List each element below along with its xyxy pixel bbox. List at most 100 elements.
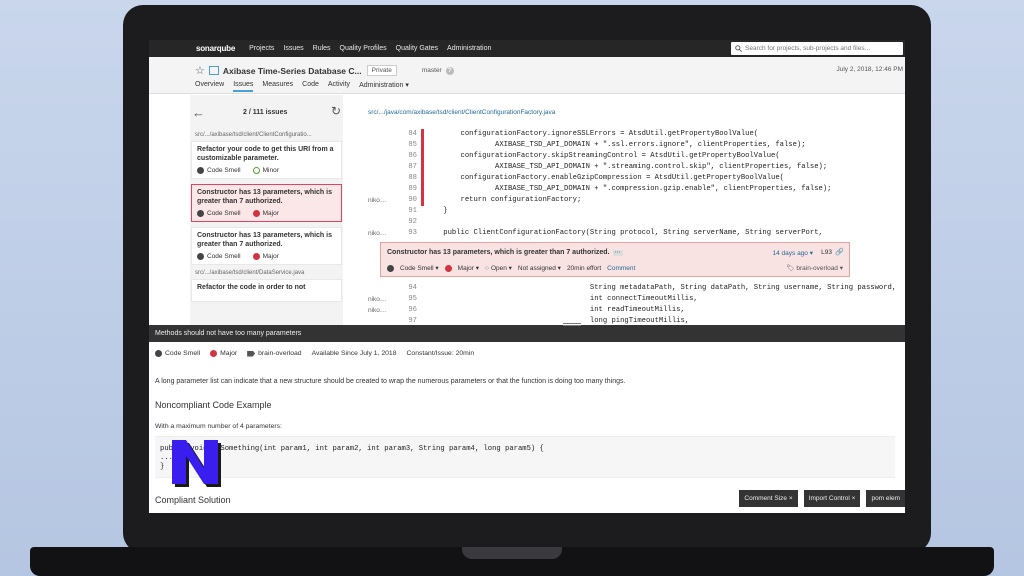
top-navigation: sonarqube Projects Issues Rules Quality … — [149, 40, 905, 57]
inline-issue-box[interactable]: Constructor has 13 parameters, which is … — [380, 242, 850, 277]
rule-description: A long parameter list can indicate that … — [155, 378, 626, 385]
issue-card[interactable]: Refactor your code to get this URI from … — [191, 141, 342, 179]
chip-comment-size[interactable]: Comment Size × — [739, 490, 798, 507]
issue-message: Refactor your code to get this URI from … — [197, 146, 334, 162]
nav-issues[interactable]: Issues — [283, 45, 303, 52]
rule-since: Available Since July 1, 2018 — [311, 350, 397, 357]
code-line[interactable]: 85 AXIBASE_TSD_API_DOMAIN + ".ssl.errors… — [368, 140, 905, 151]
rule-constant: Constant/Issue: 20min — [406, 350, 475, 357]
laptop-notch — [462, 547, 562, 559]
issue-type-dropdown[interactable]: Code Smell ▾ — [400, 264, 439, 272]
rule-details: Code Smell Major brain-overload Availabl… — [149, 342, 905, 513]
rule-title-bar[interactable]: Methods should not have too many paramet… — [149, 325, 905, 342]
chevron-down-icon: ▾ — [405, 82, 409, 89]
visibility-badge: Private — [366, 65, 397, 76]
code-line[interactable]: 91 } — [368, 206, 905, 217]
code-line[interactable]: 86 configurationFactory.skipStreamingCon… — [368, 151, 905, 162]
chip-import-control[interactable]: Import Control × — [803, 490, 861, 507]
issue-type: Code Smell — [207, 253, 241, 260]
inline-issue-message: Constructor has 13 parameters, which is … — [387, 249, 610, 256]
code-smell-icon — [197, 167, 204, 174]
project-tabs: Overview Issues Measures Code Activity A… — [195, 81, 418, 92]
global-search[interactable] — [731, 42, 903, 55]
code-line[interactable]: 87 AXIBASE_TSD_API_DOMAIN + ".streaming.… — [368, 162, 905, 173]
issue-effort: 20min effort — [566, 264, 602, 272]
issue-card[interactable]: Refactor the code in order to not — [191, 279, 342, 302]
minor-severity-icon — [252, 167, 260, 174]
code-smell-icon — [197, 210, 204, 217]
tag-icon: 🏷 — [786, 265, 795, 272]
rule-type: Code Smell — [165, 350, 201, 357]
code-line[interactable]: 92 — [368, 217, 905, 228]
issue-message: Constructor has 13 parameters, which is … — [197, 189, 332, 205]
code-line[interactable]: niko… 96 int readTimeoutMillis, — [368, 305, 905, 316]
major-severity-icon — [252, 253, 260, 260]
code-smell-icon — [155, 350, 162, 357]
branch-name[interactable]: master — [422, 67, 442, 74]
issue-severity-dropdown[interactable]: Major ▾ — [458, 264, 479, 272]
reload-icon[interactable]: ↻ — [331, 104, 341, 118]
code-smell-icon — [197, 253, 204, 260]
link-icon[interactable]: 🔗 — [835, 248, 844, 256]
code-line[interactable]: niko… 93 public ClientConfigurationFactor… — [368, 228, 905, 239]
tab-activity[interactable]: Activity — [328, 81, 350, 92]
tab-code[interactable]: Code — [302, 81, 319, 92]
tag-icon — [247, 350, 256, 357]
issue-severity: Major — [262, 253, 279, 260]
sonarqube-logo[interactable]: sonarqube — [196, 44, 235, 53]
issue-tag-dropdown[interactable]: brain-overload ▾ — [796, 265, 843, 272]
code-line[interactable]: niko… 90 return configurationFactory; — [368, 195, 905, 206]
code-line[interactable]: 88 configurationFactory.enableGzipCompre… — [368, 173, 905, 184]
nav-quality-profiles[interactable]: Quality Profiles — [340, 45, 387, 52]
code-smell-icon — [387, 264, 394, 272]
max-params-text: With a maximum number of 4 parameters: — [155, 423, 282, 430]
issue-age[interactable]: 14 days ago ▾ — [773, 249, 814, 257]
nav-quality-gates[interactable]: Quality Gates — [396, 45, 438, 52]
filter-chips: Comment Size × Import Control × pom elem — [733, 490, 905, 507]
file-path-link[interactable]: src/.../java/com/axibase/tsd/client/Clie… — [343, 95, 905, 130]
nav-rules[interactable]: Rules — [313, 45, 331, 52]
tab-overview[interactable]: Overview — [195, 81, 224, 92]
tab-administration-label: Administration — [359, 82, 404, 89]
nav-projects[interactable]: Projects — [249, 45, 274, 52]
help-icon[interactable]: ? — [445, 66, 454, 75]
compliant-heading: Compliant Solution — [155, 495, 231, 505]
issue-severity: Minor — [262, 167, 279, 174]
code-line[interactable]: 89 AXIBASE_TSD_API_DOMAIN + ".compressio… — [368, 184, 905, 195]
resize-handle[interactable] — [563, 323, 581, 326]
code-line[interactable]: niko… 95 int connectTimeoutMillis, — [368, 294, 905, 305]
status-icon: ○ — [485, 264, 489, 272]
favorite-star-icon[interactable]: ☆ — [195, 64, 205, 77]
code-line[interactable]: 84 configurationFactory.ignoreSSLErrors … — [368, 129, 905, 140]
back-arrow-icon[interactable]: ← — [192, 105, 205, 120]
issue-status-dropdown[interactable]: Open ▾ — [491, 264, 512, 272]
comment-link[interactable]: Comment — [607, 265, 635, 272]
code-lines-bottom: 94 String metadataPath, String dataPath,… — [368, 283, 905, 327]
chip-pom-elem[interactable]: pom elem — [866, 490, 905, 507]
issue-counter: 2 / 111 issues — [243, 109, 288, 116]
issue-type: Code Smell — [207, 210, 241, 217]
issue-severity: Major — [262, 210, 279, 217]
major-severity-icon — [252, 210, 260, 217]
major-severity-icon — [210, 350, 218, 357]
code-sample: public void doSomething(int param1, int … — [155, 436, 895, 478]
noncompliant-heading: Noncompliant Code Example — [155, 400, 272, 410]
nav-administration[interactable]: Administration — [447, 45, 491, 52]
issue-line: L93 — [821, 249, 832, 256]
issue-message: Refactor the code in order to not — [197, 284, 306, 291]
file-group-label: src/.../axibase/tsd/client/DataService.j… — [195, 270, 305, 276]
tab-administration[interactable]: Administration ▾ — [359, 81, 409, 92]
tab-issues[interactable]: Issues — [233, 81, 254, 92]
more-options-icon[interactable]: ··· — [612, 250, 623, 256]
issue-card-selected[interactable]: Constructor has 13 parameters, which is … — [191, 184, 342, 222]
issue-message: Constructor has 13 parameters, which is … — [197, 232, 332, 248]
project-header: ☆ Axibase Time-Series Database C... Priv… — [149, 57, 905, 94]
n-logo-icon — [172, 440, 221, 487]
project-name[interactable]: Axibase Time-Series Database C... — [223, 66, 362, 76]
issue-assignee-dropdown[interactable]: Not assigned ▾ — [518, 264, 561, 272]
search-input[interactable] — [745, 45, 895, 52]
issue-card[interactable]: Constructor has 13 parameters, which is … — [191, 227, 342, 265]
tab-measures[interactable]: Measures — [262, 81, 293, 92]
code-line[interactable]: 94 String metadataPath, String dataPath,… — [368, 283, 905, 294]
code-lines-top: 84 configurationFactory.ignoreSSLErrors … — [368, 129, 905, 239]
